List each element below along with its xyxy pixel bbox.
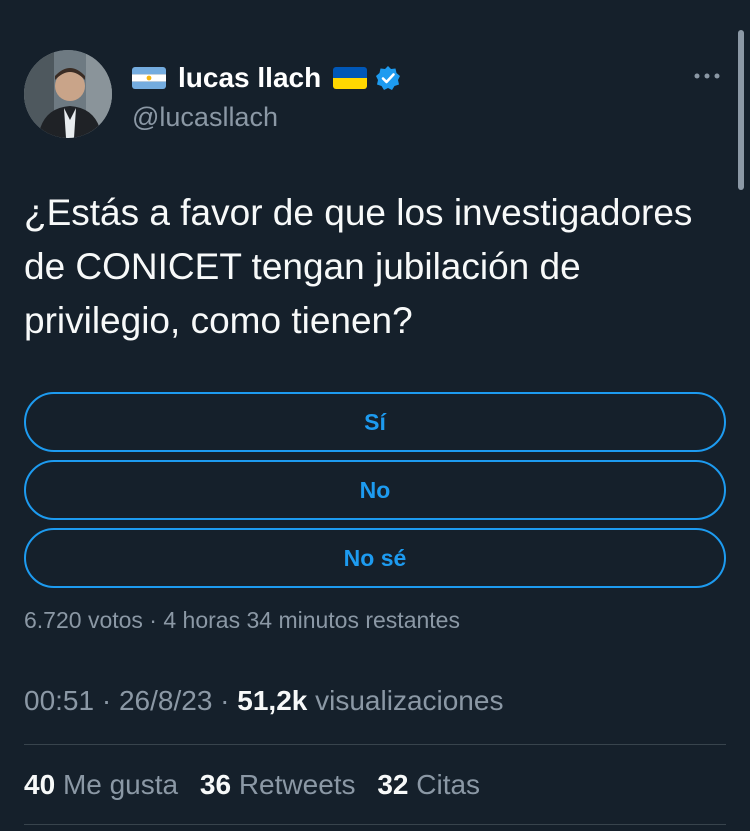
retweets-label: Retweets bbox=[238, 769, 356, 800]
ukraine-flag-icon bbox=[333, 67, 368, 89]
tweet-text: ¿Estás a favor de que los investigadores… bbox=[24, 192, 693, 341]
verified-badge-icon bbox=[375, 65, 401, 91]
views-count[interactable]: 51,2k bbox=[237, 685, 307, 716]
author-handle[interactable]: @lucasllach bbox=[132, 100, 278, 134]
retweets-count: 36 bbox=[199, 769, 232, 800]
quotes-label: Citas bbox=[416, 769, 481, 800]
tweet-time[interactable]: 00:51 bbox=[24, 685, 94, 716]
divider bbox=[24, 744, 726, 745]
likes-count: 40 bbox=[24, 769, 56, 800]
poll: Sí No No sé bbox=[24, 392, 726, 596]
author-line: lucas llach bbox=[132, 60, 401, 96]
likes-stat[interactable]: 40 Me gusta bbox=[24, 769, 178, 800]
tweet-timestamp: 00:51 · 26/8/23 · 51,2k visualizaciones bbox=[24, 682, 503, 720]
poll-option-no-se[interactable]: No sé bbox=[24, 528, 726, 588]
engagement-stats: 40 Me gusta 36 Retweets 32 Citas bbox=[24, 766, 494, 804]
argentina-flag-icon bbox=[132, 67, 166, 89]
tweet-header: lucas llach @lucasllach bbox=[24, 50, 724, 140]
quotes-stat[interactable]: 32 Citas bbox=[377, 769, 480, 800]
views-label[interactable]: visualizaciones bbox=[307, 685, 503, 716]
avatar[interactable] bbox=[24, 50, 112, 138]
poll-option-no[interactable]: No bbox=[24, 460, 726, 520]
retweets-stat[interactable]: 36 Retweets bbox=[200, 769, 356, 800]
poll-meta: 6.720 votos · 4 horas 34 minutos restant… bbox=[24, 607, 460, 633]
separator: · bbox=[94, 685, 119, 716]
likes-label: Me gusta bbox=[62, 769, 179, 800]
separator: · bbox=[212, 685, 238, 716]
author-name[interactable]: lucas llach bbox=[178, 60, 321, 96]
tweet-date[interactable]: 26/8/23 bbox=[119, 685, 212, 716]
quotes-count: 32 bbox=[377, 769, 409, 800]
scrollbar[interactable] bbox=[738, 30, 744, 190]
tweet-detail-page: lucas llach @lucasllach ¿Estás a favor d… bbox=[0, 0, 750, 831]
divider bbox=[24, 824, 726, 825]
more-options-icon[interactable] bbox=[692, 66, 722, 86]
poll-option-si[interactable]: Sí bbox=[24, 392, 726, 452]
